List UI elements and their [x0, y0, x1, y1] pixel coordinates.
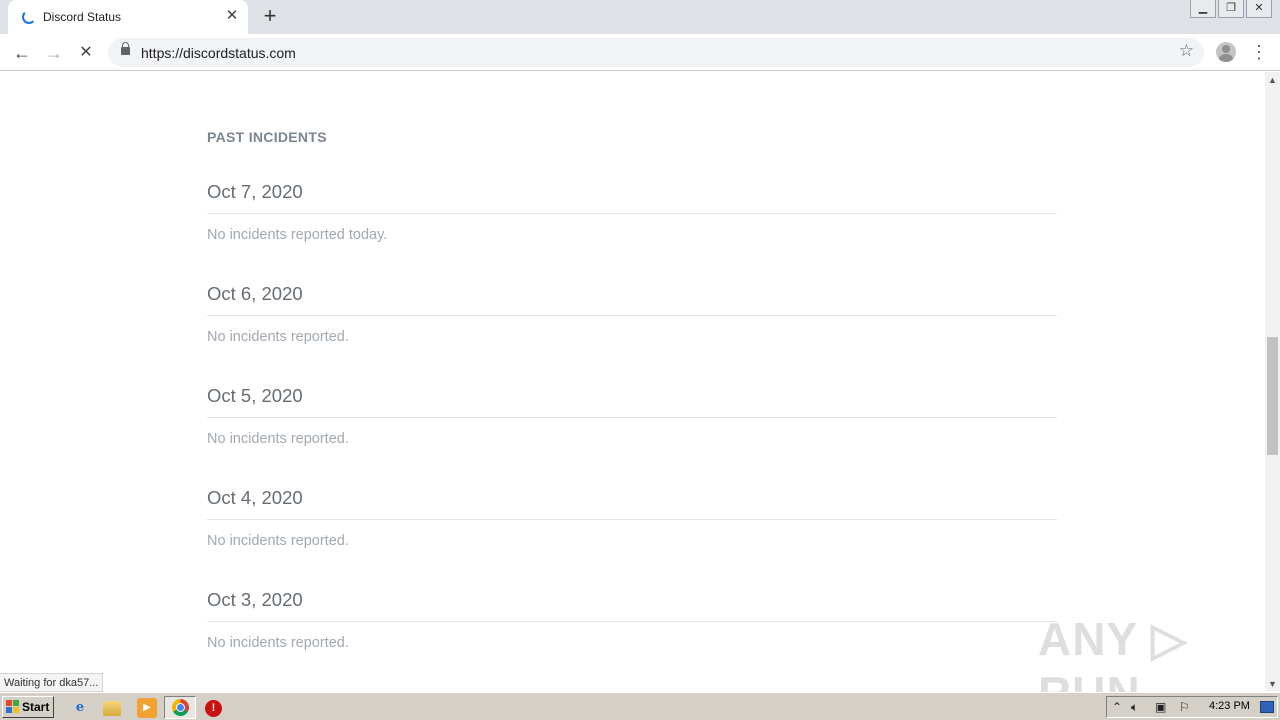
tab-title: Discord Status [43, 10, 122, 24]
incident-date: Oct 6, 2020 [207, 283, 303, 304]
page-viewport: PAST INCIDENTS Oct 7, 2020 No incidents … [0, 72, 1265, 691]
windows-taskbar: Start e ▶ ! ⌃ 🔈︎ ▣ ⚐ 4:23 PM [0, 692, 1280, 720]
incident-day: Oct 5, 2020 No incidents reported. [207, 382, 1057, 447]
past-incidents-heading: PAST INCIDENTS [207, 129, 327, 145]
scroll-up-arrow-icon[interactable]: ▲ [1268, 75, 1277, 85]
start-button[interactable]: Start [2, 696, 54, 718]
start-label: Start [22, 700, 50, 714]
incident-message: No incidents reported. [207, 329, 349, 345]
stop-loading-button[interactable]: ✕ [73, 40, 99, 66]
alert-app-icon[interactable]: ! [205, 700, 222, 717]
loading-status-text: Waiting for dka57... [0, 673, 104, 692]
incident-date: Oct 3, 2020 [207, 589, 303, 610]
tab-close-icon[interactable]: ✕ [223, 7, 241, 25]
volume-icon[interactable]: 🔈︎ [1131, 700, 1138, 715]
show-desktop-icon[interactable] [1260, 701, 1274, 713]
incident-day: Oct 4, 2020 No incidents reported. [207, 484, 1057, 549]
action-center-flag-icon[interactable]: ⚐ [1179, 700, 1190, 714]
divider [207, 213, 1057, 214]
scroll-down-arrow-icon[interactable]: ▼ [1268, 679, 1277, 689]
incident-date: Oct 4, 2020 [207, 487, 303, 508]
lock-icon[interactable] [121, 42, 130, 55]
restore-button[interactable]: ❐ [1218, 0, 1244, 18]
new-tab-button[interactable]: + [258, 4, 282, 28]
system-tray: ⌃ 🔈︎ ▣ ⚐ 4:23 PM [1106, 696, 1278, 718]
tab-strip: Discord Status ✕ + ▁ ❐ ✕ [0, 0, 1280, 34]
incident-day: Oct 6, 2020 No incidents reported. [207, 280, 1057, 345]
forward-button[interactable]: → [41, 40, 67, 66]
incident-message: No incidents reported. [207, 533, 349, 549]
incident-message: No incidents reported. [207, 431, 349, 447]
scroll-thumb[interactable] [1267, 337, 1278, 455]
media-player-icon[interactable]: ▶ [137, 698, 157, 718]
incident-message: No incidents reported today. [207, 227, 388, 243]
incident-date: Oct 5, 2020 [207, 385, 303, 406]
divider [207, 519, 1057, 520]
address-bar[interactable]: https://discordstatus.com ☆ [108, 38, 1204, 67]
windows-logo-icon [6, 700, 20, 714]
divider [207, 621, 1057, 622]
incident-date: Oct 7, 2020 [207, 181, 303, 202]
bookmark-star-icon[interactable]: ☆ [1179, 41, 1194, 61]
minimize-button[interactable]: ▁ [1190, 0, 1216, 18]
file-explorer-icon[interactable] [103, 701, 121, 716]
page-scrollbar[interactable]: ▲ ▼ [1265, 72, 1280, 691]
browser-toolbar: ← → ✕ https://discordstatus.com ☆ ⋮ [0, 34, 1280, 71]
network-icon[interactable]: ▣ [1155, 700, 1166, 714]
chrome-icon [172, 699, 189, 716]
internet-explorer-icon[interactable]: e [70, 698, 90, 718]
tray-expand-icon[interactable]: ⌃ [1112, 700, 1122, 714]
taskbar-chrome-button[interactable] [164, 696, 196, 719]
profile-avatar[interactable] [1216, 42, 1236, 62]
loading-spinner-icon [22, 10, 36, 24]
browser-menu-icon[interactable]: ⋮ [1250, 40, 1268, 64]
tab-discord-status[interactable]: Discord Status ✕ [8, 0, 248, 34]
incident-message: No incidents reported. [207, 635, 349, 651]
back-button[interactable]: ← [9, 40, 35, 66]
incident-day: Oct 7, 2020 No incidents reported today. [207, 178, 1057, 243]
taskbar-clock[interactable]: 4:23 PM [1209, 700, 1250, 712]
divider [207, 315, 1057, 316]
window-controls: ▁ ❐ ✕ [1188, 0, 1272, 20]
url-text[interactable]: https://discordstatus.com [141, 45, 296, 61]
divider [207, 417, 1057, 418]
close-window-button[interactable]: ✕ [1246, 0, 1272, 18]
incident-day: Oct 3, 2020 No incidents reported. [207, 586, 1057, 651]
